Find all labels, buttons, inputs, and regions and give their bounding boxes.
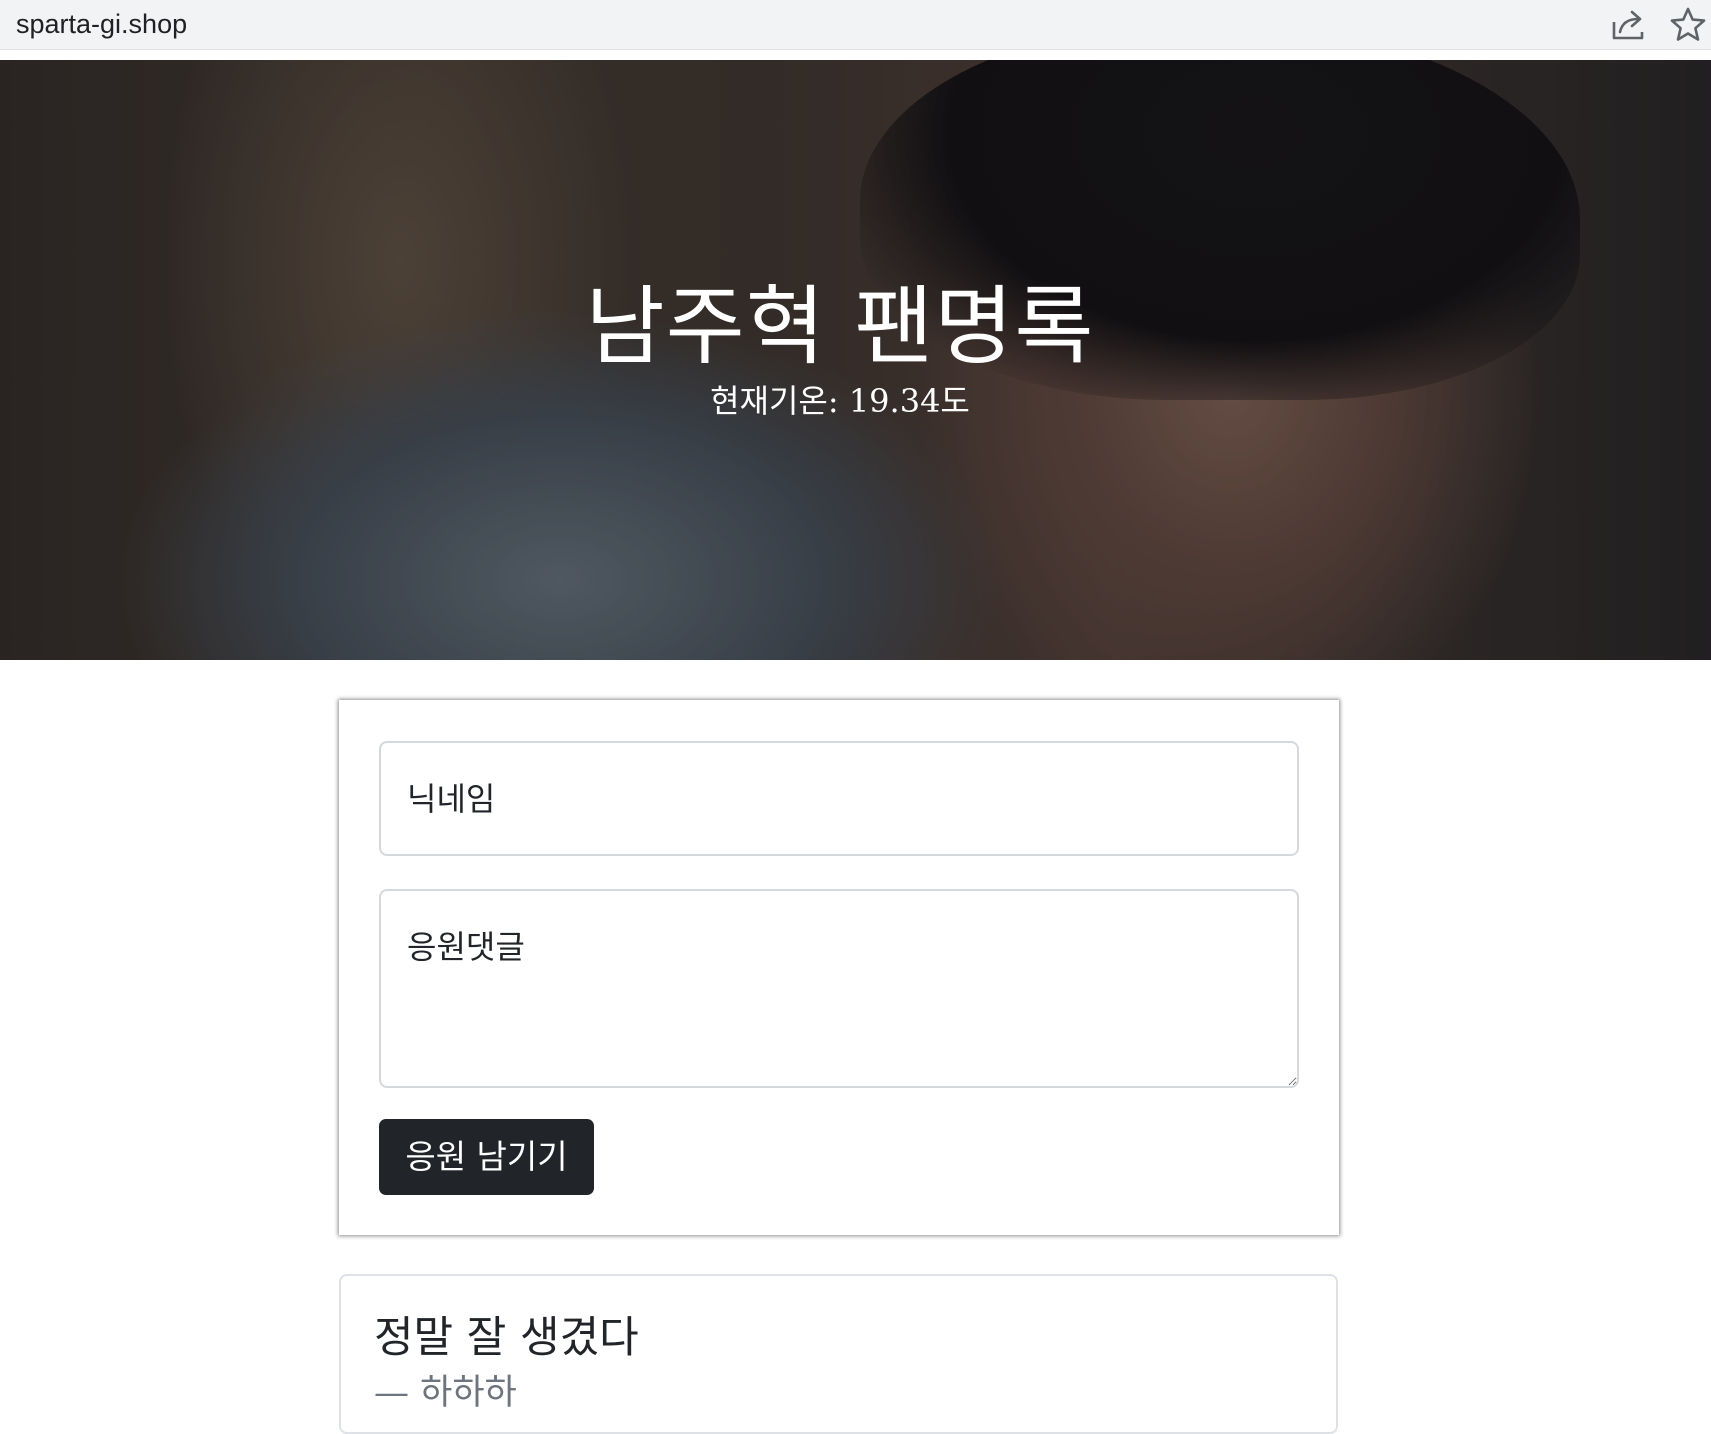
nickname-input[interactable] [379,741,1299,856]
browser-address-bar: sparta-gi.shop [0,0,1711,50]
temperature-text: 현재기온: 19.34도 [710,382,970,420]
bookmark-star-icon[interactable] [1668,5,1708,45]
url-text[interactable]: sparta-gi.shop [16,6,187,42]
page-title: 남주혁 팬명록 [585,277,1095,377]
comment-card: 정말 잘 생겼다 — 하하하 [339,1274,1338,1434]
comment-text: 정말 잘 생겼다 [374,1313,639,1363]
submit-cheer-button[interactable]: 응원 남기기 [379,1119,594,1195]
comment-author: — 하하하 [374,1373,517,1413]
share-icon[interactable] [1608,8,1648,42]
hero-banner: 남주혁 팬명록 현재기온: 19.34도 [0,60,1711,660]
post-form-card: 응원 남기기 [339,700,1339,1235]
comment-textarea[interactable] [379,889,1299,1088]
